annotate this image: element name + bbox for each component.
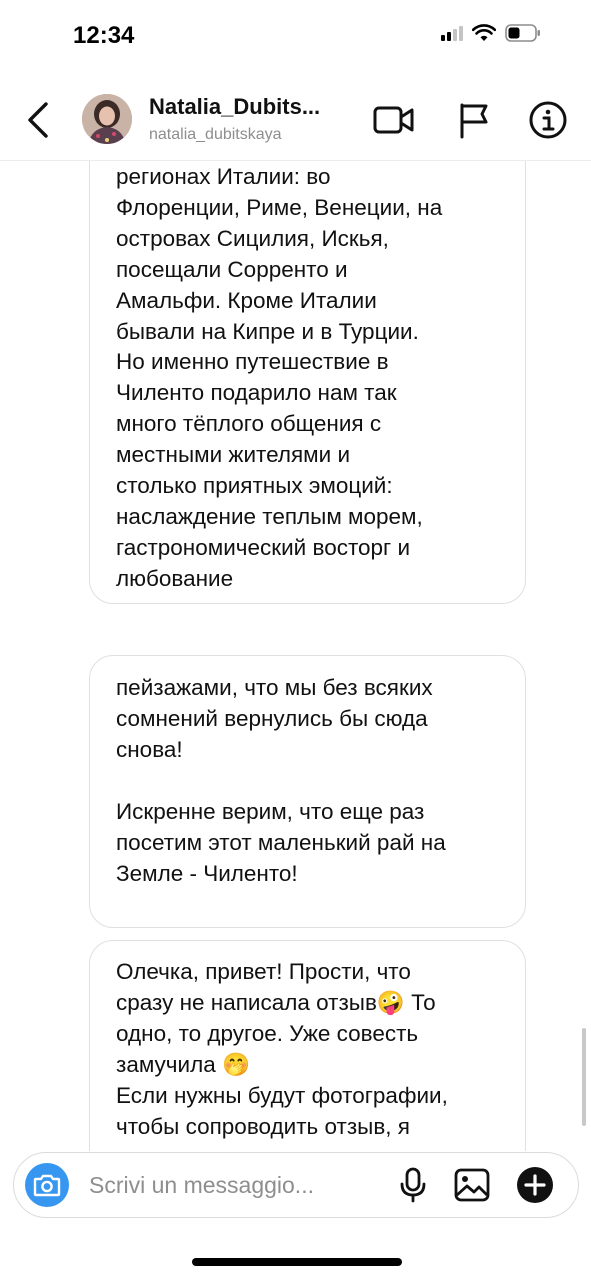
contact-name[interactable]: Natalia_Dubits...: [149, 94, 320, 120]
avatar[interactable]: [82, 94, 132, 144]
gallery-icon: [454, 1168, 490, 1202]
info-icon: [529, 101, 567, 139]
camera-button[interactable]: [25, 1163, 69, 1207]
message-text: регионах Италии: во Флоренции, Риме, Вен…: [116, 164, 443, 591]
message-input[interactable]: [89, 1167, 359, 1203]
voice-message-button[interactable]: [391, 1163, 435, 1207]
wifi-icon: [472, 24, 496, 41]
status-bar: 12:34: [0, 0, 591, 70]
camera-icon: [33, 1174, 61, 1197]
avatar-image: [82, 94, 132, 144]
message-composer: [13, 1152, 579, 1218]
flag-icon: [460, 103, 488, 139]
back-button[interactable]: [22, 100, 56, 140]
video-call-button[interactable]: [372, 98, 416, 142]
message-bubble[interactable]: пейзажами, что мы без всяких сомнений ве…: [89, 655, 526, 928]
message-bubble[interactable]: Олечка, привет! Прости, что сразу не нап…: [89, 940, 526, 1151]
signal-icon: [441, 26, 463, 41]
add-button[interactable]: [513, 1163, 557, 1207]
status-icons: [441, 24, 541, 42]
message-text: Олечка, привет! Прости, что сразу не нап…: [116, 959, 448, 1139]
chat-header: Natalia_Dubits... natalia_dubitskaya: [0, 80, 591, 161]
info-button[interactable]: [526, 98, 570, 142]
report-button[interactable]: [451, 98, 495, 142]
gallery-button[interactable]: [450, 1163, 494, 1207]
status-time: 12:34: [73, 22, 135, 49]
message-bubble[interactable]: регионах Италии: во Флоренции, Риме, Вен…: [89, 161, 526, 604]
contact-handle[interactable]: natalia_dubitskaya: [149, 126, 282, 144]
battery-icon: [505, 24, 540, 42]
video-camera-icon: [373, 106, 414, 134]
home-indicator[interactable]: [192, 1258, 402, 1266]
plus-circle-icon: [517, 1167, 553, 1203]
message-text: пейзажами, что мы без всяких сомнений ве…: [116, 675, 446, 886]
microphone-icon: [400, 1167, 426, 1203]
scrollbar[interactable]: [582, 1028, 586, 1126]
chevron-left-icon: [28, 102, 48, 138]
message-thread[interactable]: регионах Италии: во Флоренции, Риме, Вен…: [0, 161, 591, 1151]
